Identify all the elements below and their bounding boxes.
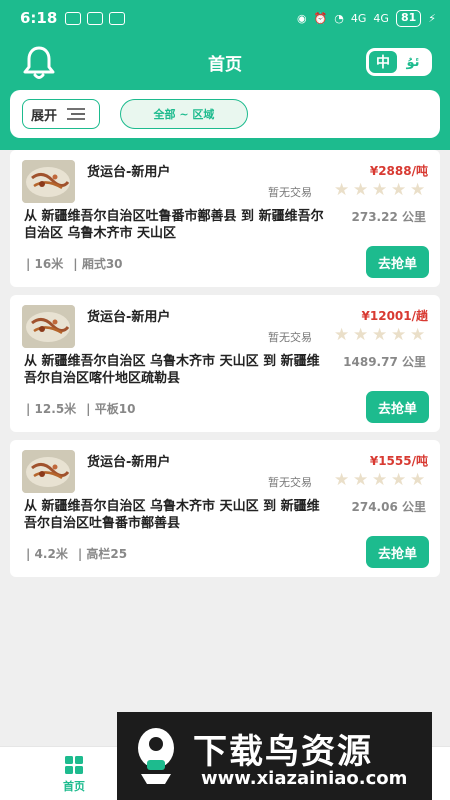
card-status: 暂无交易 [268,331,312,344]
order-card[interactable]: 货运台-新用户 ¥1555/吨 暂无交易 ★ ★ ★ ★ ★ 从 新疆维吾尔自治… [10,440,440,577]
wifi-icon: ◔ [334,11,344,25]
card-specs: | 16米 | 厢式30 [26,255,123,272]
photo-notification-icon [109,11,126,25]
star-icon: ★ [334,325,350,345]
card-specs: | 4.2米 | 高栏25 [26,545,127,562]
star-icon: ★ [410,470,426,490]
signal-4g-label: 4G [350,11,367,25]
grab-order-button[interactable]: 去抢单 [366,391,429,423]
truck-type: | 厢式30 [73,257,123,271]
cargo-thumbnail [22,305,75,348]
watermark-title: 下载鸟资源 [193,732,373,772]
battery-level: 81 [395,9,422,27]
cargo-thumbnail [22,450,75,493]
card-route: 从 新疆维吾尔自治区 乌鲁木齐市 天山区 到 新疆维吾尔自治区喀什地区疏勒县 [24,354,320,386]
star-icon: ★ [391,325,407,345]
region-filter-button[interactable]: 全部 ~ 区域 [120,99,248,129]
star-icon: ★ [334,180,350,200]
card-specs: | 12.5米 | 平板10 [26,400,135,417]
rating-stars: ★ ★ ★ ★ ★ [334,327,427,344]
star-icon: ★ [391,180,407,200]
card-route: 从 新疆维吾尔自治区 乌鲁木齐市 天山区 到 新疆维吾尔自治区吐鲁番市鄯善县 [24,499,320,531]
card-price: ¥12001/趟 [361,309,428,323]
card-title: 货运台-新用户 [87,455,171,470]
grid-home-icon [65,756,83,774]
app-header: 首页 中 ئۇ [0,40,450,84]
order-card[interactable]: 货运台-新用户 ¥2888/吨 暂无交易 ★ ★ ★ ★ ★ 从 新疆维吾尔自治… [10,150,440,287]
card-distance: 274.06 公里 [351,500,427,514]
expand-label: 展开 [31,108,58,124]
nav-home-tab[interactable]: 首页 [50,755,98,794]
truck-length: | 12.5米 [26,402,77,416]
status-bar: 6:18 ◉ ⏰ ◔ 4G 4G 81 ⚡ [0,0,450,36]
watermark-overlay: 下载鸟资源 www.xiazainiao.com [117,712,432,800]
truck-type: | 平板10 [86,402,136,416]
star-icon: ★ [353,325,369,345]
card-distance: 273.22 公里 [351,210,427,224]
truck-type: | 高栏25 [77,547,128,561]
star-icon: ★ [353,470,369,490]
star-icon: ★ [391,470,407,490]
star-icon: ★ [334,470,350,490]
star-icon: ★ [372,325,388,345]
rating-stars: ★ ★ ★ ★ ★ [334,472,427,489]
card-status: 暂无交易 [268,186,312,199]
grab-order-button[interactable]: 去抢单 [366,536,429,568]
link-notification-icon [87,11,104,25]
star-icon: ★ [353,180,369,200]
nav-home-label: 首页 [63,780,85,793]
card-distance: 1489.77 公里 [343,355,426,369]
expand-button[interactable]: 展开 [22,99,100,129]
eye-icon: ◉ [296,11,307,25]
bell-icon[interactable] [22,45,56,81]
card-title: 货运台-新用户 [87,310,171,325]
card-price: ¥1555/吨 [369,454,428,468]
star-icon: ★ [410,325,426,345]
star-icon: ★ [372,180,388,200]
card-price: ¥2888/吨 [369,164,428,178]
lang-chinese-option[interactable]: 中 [369,51,397,73]
grab-order-button[interactable]: 去抢单 [366,246,429,278]
order-card[interactable]: 货运台-新用户 ¥12001/趟 暂无交易 ★ ★ ★ ★ ★ 从 新疆维吾尔自… [10,295,440,432]
star-icon: ★ [410,180,426,200]
alarm-icon: ⏰ [313,11,328,25]
lang-uyghur-option[interactable]: ئۇ [397,55,429,70]
filter-bar: 展开 全部 ~ 区域 [10,90,440,138]
charging-icon: ⚡ [428,11,436,25]
signal-4g-label-2: 4G [373,11,389,25]
rating-stars: ★ ★ ★ ★ ★ [334,182,427,199]
truck-length: | 16米 [26,257,64,271]
card-route: 从 新疆维吾尔自治区吐鲁番市鄯善县 到 新疆维吾尔自治区 乌鲁木齐市 天山区 [24,209,324,241]
watermark-url: www.xiazainiao.com [201,768,408,789]
cargo-thumbnail [22,160,75,203]
card-status: 暂无交易 [268,476,312,489]
filter-lines-icon [67,108,86,120]
app-notification-icon [65,11,82,25]
truck-length: | 4.2米 [26,547,68,561]
status-time: 6:18 [20,9,58,27]
star-icon: ★ [372,470,388,490]
language-toggle[interactable]: 中 ئۇ [366,48,432,76]
bird-logo-icon [138,728,174,784]
card-title: 货运台-新用户 [87,165,171,180]
